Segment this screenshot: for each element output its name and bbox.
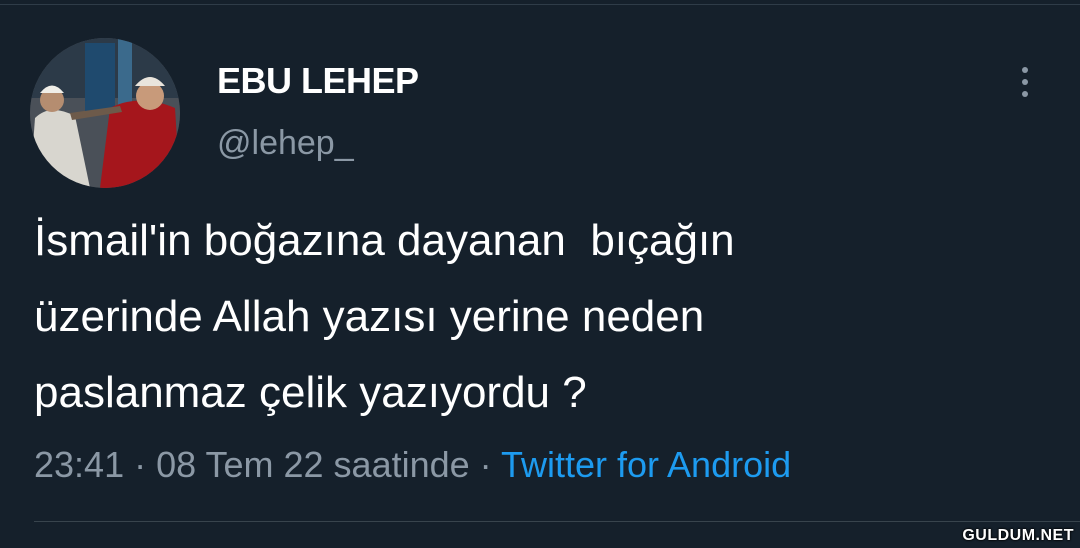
more-options-button[interactable] (1010, 60, 1040, 104)
meta-separator: · (469, 444, 501, 485)
tweet-text: İsmail'in boğazına dayanan bıçağın üzeri… (34, 203, 1034, 431)
more-vertical-icon-dot (1022, 91, 1028, 97)
tweet-text-line: paslanmaz çelik yazıyordu ? (34, 368, 587, 417)
tweet-text-line: üzerinde Allah yazısı yerine neden (34, 292, 705, 341)
avatar-photo (30, 38, 180, 188)
tweet-date[interactable]: 08 Tem 22 saatinde (156, 444, 470, 485)
avatar[interactable] (30, 38, 180, 188)
tweet-text-line: İsmail'in boğazına dayanan bıçağın (34, 216, 735, 265)
author-handle[interactable]: @lehep_ (217, 124, 354, 163)
meta-separator: · (124, 444, 157, 485)
bottom-divider (34, 521, 1080, 522)
more-vertical-icon-dot (1022, 79, 1028, 85)
tweet-source-link[interactable]: Twitter for Android (501, 444, 791, 485)
tweet-meta: 23:41 · 08 Tem 22 saatinde · Twitter for… (34, 444, 791, 486)
top-divider (0, 4, 1080, 5)
author-display-name[interactable]: EBU LEHEP (217, 60, 419, 102)
tweet-time[interactable]: 23:41 (34, 444, 124, 485)
watermark: GULDUM.NET (962, 527, 1074, 544)
more-vertical-icon (1022, 67, 1028, 73)
